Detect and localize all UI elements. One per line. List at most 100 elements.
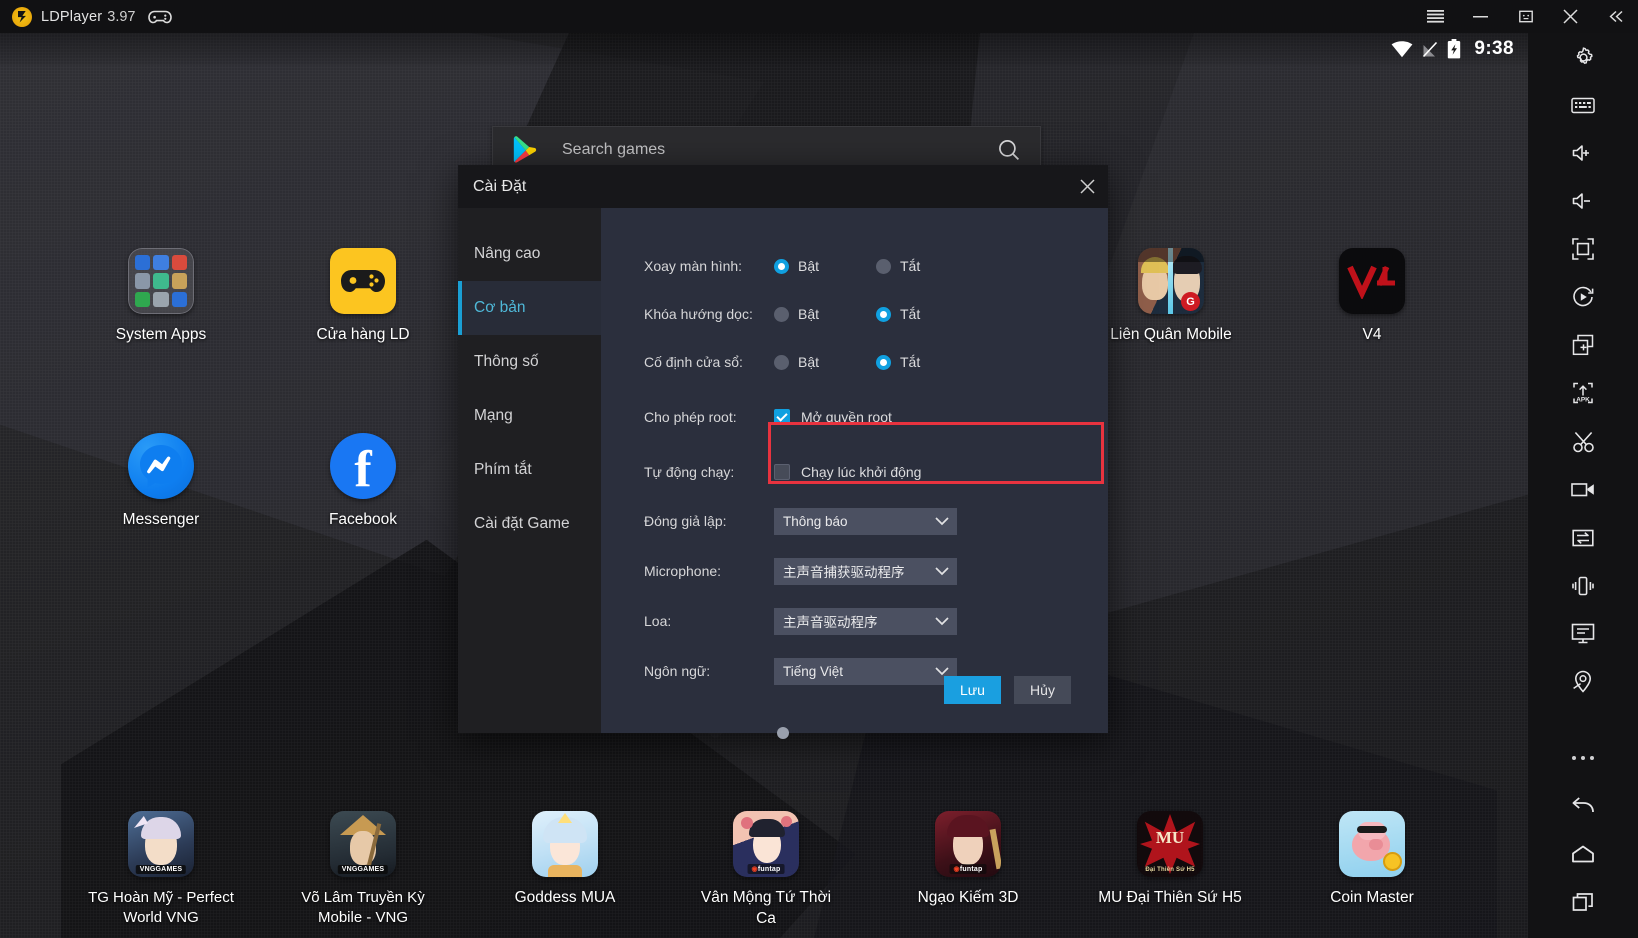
desktop-icon-label: Vân Mộng Tứ Thời Ca (700, 889, 832, 927)
wifi-icon (1391, 40, 1413, 58)
checkbox-autorun[interactable]: Chạy lúc khởi động (774, 464, 921, 480)
virtual-location-icon[interactable] (1528, 658, 1638, 706)
hamburger-menu-icon[interactable] (1413, 0, 1458, 33)
mu-dai-thien-su-h5-icon: MU Đại Thiên Sứ H5 (1137, 811, 1203, 877)
desktop-icon-lien-quan-mobile[interactable]: G Liên Quân Mobile (1096, 248, 1246, 346)
recents-icon[interactable] (1528, 878, 1638, 926)
volume-up-icon[interactable] (1528, 129, 1638, 177)
close-icon[interactable] (1548, 0, 1593, 33)
maximize-icon[interactable] (1503, 0, 1548, 33)
radio-label: Bật (798, 354, 820, 370)
ldplayer-window: LDPlayer 3.97 9:38 Search games System A… (0, 0, 1638, 938)
gear-icon[interactable] (1528, 33, 1638, 81)
sidebar-item-mang[interactable]: Mạng (458, 389, 601, 443)
dialog-header: Cài Đặt (458, 165, 1108, 208)
desktop-icon-facebook[interactable]: f Facebook (288, 433, 438, 531)
desktop-icon-label: System Apps (115, 326, 207, 343)
google-play-icon (513, 136, 538, 163)
select-value: Thông báo (783, 513, 848, 529)
select-close-emulator[interactable]: Thông báo (774, 507, 957, 535)
chevron-down-icon (935, 616, 949, 626)
desktop-icon-ngao-kiem-3d[interactable]: ◉funtap Ngạo Kiếm 3D (893, 811, 1043, 909)
setting-label: Microphone: (644, 563, 722, 579)
desktop-icon-van-mong-tu-thoi-ca[interactable]: ◉funtap Vân Mộng Tứ Thời Ca (691, 811, 841, 929)
video-record-icon[interactable] (1528, 466, 1638, 514)
select-value: 主声音捕获驱动程序 (783, 565, 905, 580)
funtap-badge: ◉funtap (747, 864, 785, 874)
desktop-icon-v4[interactable]: V4 (1297, 248, 1447, 346)
minimize-icon[interactable] (1458, 0, 1503, 33)
desktop-icon-label: Goddess MUA (514, 889, 616, 906)
install-apk-icon[interactable]: APK (1528, 369, 1638, 417)
close-icon[interactable] (1066, 165, 1108, 208)
search-icon[interactable] (998, 139, 1020, 161)
app-version: 3.97 (107, 8, 136, 25)
sidebar-item-thong-so[interactable]: Thông số (458, 335, 601, 389)
desktop-icon-goddess-mua[interactable]: Goddess MUA (490, 811, 640, 909)
android-status-bar: 9:38 (0, 33, 1528, 65)
checkbox-allow-root[interactable]: Mở quyền root (774, 409, 892, 425)
radio-indicator (774, 306, 789, 322)
select-speaker[interactable]: 主声音驱动程序 (774, 607, 957, 635)
keyboard-icon[interactable] (1528, 81, 1638, 129)
sidebar-item-co-ban[interactable]: Cơ bản (458, 281, 601, 335)
sidebar-item-cai-dat-game[interactable]: Cài đặt Game (458, 497, 601, 551)
sidebar-item-label: Phím tắt (474, 461, 532, 478)
save-button[interactable]: Lưu (944, 676, 1001, 704)
scissors-shortcut-icon[interactable] (1528, 418, 1638, 466)
desktop-icon-tg-hoan-my[interactable]: VNGGAMES TG Hoàn Mỹ - Perfect World VNG (86, 811, 236, 928)
operation-record-icon[interactable] (1528, 273, 1638, 321)
radio-indicator (876, 258, 891, 274)
desktop-icon-label: Coin Master (1330, 889, 1414, 906)
window-titlebar: LDPlayer 3.97 (0, 0, 1638, 33)
multi-instance-icon[interactable] (1528, 321, 1638, 369)
checkbox-indicator (774, 464, 790, 480)
setting-row-speaker: Loa: 主声音驱动程序 (601, 596, 1108, 646)
shared-folder-icon[interactable] (1528, 514, 1638, 562)
more-options-icon[interactable] (1528, 734, 1638, 782)
radio-rotate-on[interactable]: Bật (774, 258, 876, 274)
search-input[interactable]: Search games (562, 141, 665, 159)
volume-down-icon[interactable] (1528, 177, 1638, 225)
radio-fix-window-on[interactable]: Bật (774, 354, 876, 370)
desktop-icon-coin-master[interactable]: Coin Master (1297, 811, 1447, 909)
dialog-buttons: Lưu Hủy (944, 676, 1071, 704)
chevron-down-icon (935, 516, 949, 526)
dialog-resize-handle[interactable] (777, 727, 789, 739)
desktop-icon-ld-store[interactable]: Cửa hàng LD (288, 248, 438, 346)
setting-label: Loa: (644, 613, 672, 629)
radio-fix-window-off[interactable]: Tắt (876, 354, 978, 370)
desktop-icon-label: TG Hoàn Mỹ - Perfect World VNG (88, 889, 234, 926)
fullscreen-icon[interactable] (1528, 225, 1638, 273)
settings-dialog: Cài Đặt Nâng cao Cơ bản Thông số Mạng Ph… (458, 165, 1108, 739)
display-settings-icon[interactable] (1528, 610, 1638, 658)
home-icon[interactable] (1528, 830, 1638, 878)
back-icon[interactable] (1528, 782, 1638, 830)
radio-portrait-lock-on[interactable]: Bật (774, 306, 876, 322)
desktop-icon-vo-lam-truyen-ky[interactable]: VNGGAMES Võ Lâm Truyền Kỳ Mobile - VNG (288, 811, 438, 928)
select-language[interactable]: Tiếng Việt (774, 657, 957, 685)
radio-indicator (876, 354, 891, 370)
svg-text:APK: APK (1576, 397, 1590, 404)
desktop-icon-messenger[interactable]: Messenger (86, 433, 236, 531)
gamepad-icon[interactable] (147, 9, 173, 25)
setting-row-fix-window: Cố định cửa sổ: Bật Tắt (601, 338, 1108, 386)
chevron-down-icon (935, 566, 949, 576)
desktop-icon-label: Cửa hàng LD (316, 326, 410, 343)
radio-portrait-lock-off[interactable]: Tắt (876, 306, 978, 322)
sidebar-item-phim-tat[interactable]: Phím tắt (458, 443, 601, 497)
collapse-chevrons-icon[interactable] (1593, 0, 1638, 33)
sidebar-item-nang-cao[interactable]: Nâng cao (458, 227, 601, 281)
setting-row-rotate-screen: Xoay màn hình: Bật Tắt (601, 242, 1108, 290)
desktop-icon-mu-dai-thien-su-h5[interactable]: MU Đại Thiên Sứ H5 MU Đại Thiên Sứ H5 (1095, 811, 1245, 909)
shake-icon[interactable] (1528, 562, 1638, 610)
radio-rotate-off[interactable]: Tắt (876, 258, 978, 274)
desktop-icon-label: V4 (1362, 326, 1382, 343)
ngao-kiem-3d-icon: ◉funtap (935, 811, 1001, 877)
sidebar-item-label: Cài đặt Game (474, 515, 570, 532)
coin-master-icon (1339, 811, 1405, 877)
cancel-button[interactable]: Hủy (1014, 676, 1071, 704)
sidebar-item-label: Nâng cao (474, 245, 541, 262)
desktop-icon-system-apps[interactable]: System Apps (86, 248, 236, 346)
select-microphone[interactable]: 主声音捕获驱动程序 (774, 557, 957, 585)
